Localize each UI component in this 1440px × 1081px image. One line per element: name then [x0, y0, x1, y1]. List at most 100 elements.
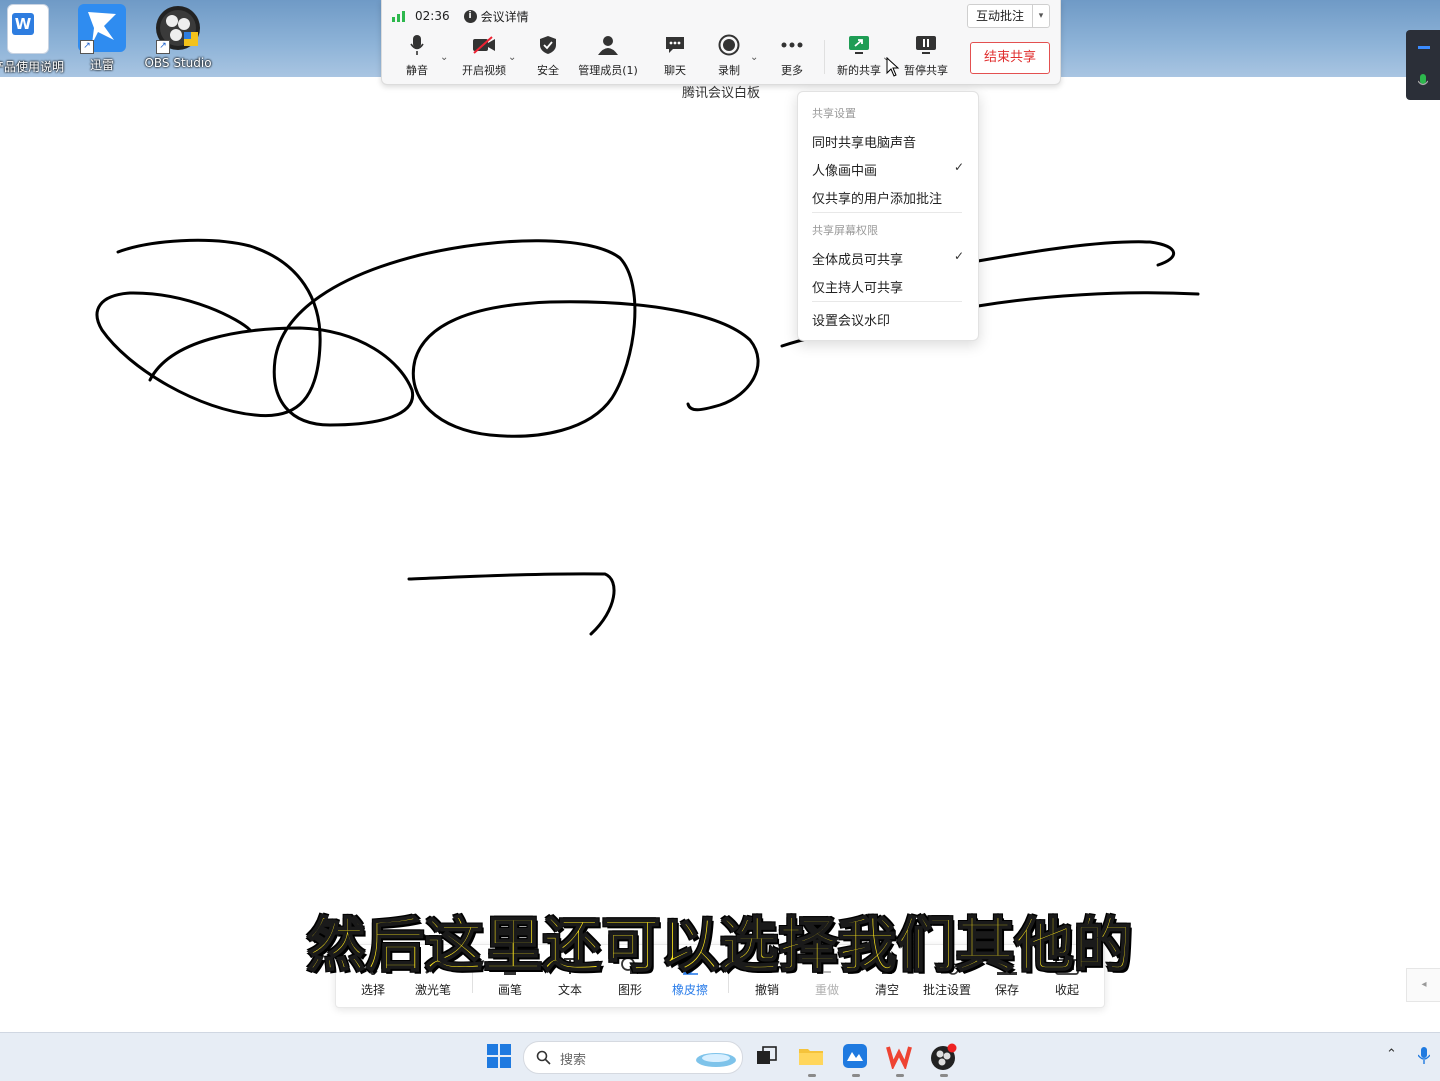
video-subtitle: 然后这里还可以选择我们其他的 [306, 910, 1133, 980]
clear-label: 清空 [874, 983, 899, 997]
menu-item-all-can-share[interactable]: 全体成员可共享 ✓ [812, 249, 964, 268]
members-icon [578, 34, 638, 56]
chat-label: 聊天 [664, 64, 686, 77]
search-placeholder: 搜索 [560, 1053, 587, 1068]
signal-icon [392, 10, 405, 22]
start-video-button[interactable]: 开启视频 [454, 34, 514, 78]
whiteboard-canvas[interactable] [0, 77, 1440, 1032]
search-highlight-icon [696, 1053, 736, 1067]
app-icon[interactable] [842, 1043, 870, 1077]
minimize-icon[interactable] [1418, 46, 1430, 49]
security-button[interactable]: 安全 [518, 34, 578, 78]
security-label: 安全 [537, 64, 559, 77]
chat-button[interactable]: 聊天 [645, 34, 705, 78]
save-label: 保存 [994, 983, 1019, 997]
mute-button[interactable]: 静音 [387, 34, 447, 78]
collapse-label: 收起 [1054, 983, 1079, 997]
chevron-up-icon[interactable]: ⌃ [1386, 1047, 1397, 1062]
record-label: 录制 [718, 64, 740, 77]
info-icon[interactable]: i [463, 9, 477, 23]
windows-taskbar: 搜索 ⌃ [0, 1032, 1440, 1081]
menu-item-host-only-share[interactable]: 仅主持人可共享 [812, 277, 964, 296]
search-icon [536, 1050, 551, 1065]
ink-stroke [148, 239, 760, 438]
desktop-icon-obs[interactable]: ↗ OBS Studio [138, 4, 218, 70]
start-video-label: 开启视频 [462, 64, 506, 77]
ink-strokes [95, 238, 1200, 636]
wps-writer-icon: W [7, 4, 49, 54]
menu-item-portrait-pip[interactable]: 人像画中画 ✓ [812, 160, 964, 179]
running-indicator [940, 1074, 948, 1077]
manage-members-label: 管理成员(1) [578, 64, 638, 77]
interactive-annotation-button[interactable]: 互动批注 ▾ [966, 4, 1050, 28]
menu-divider [812, 212, 962, 213]
obs-icon[interactable] [930, 1043, 958, 1077]
menu-item-share-computer-audio[interactable]: 同时共享电脑声音 [812, 132, 964, 151]
pause-share-label: 暂停共享 [904, 64, 948, 77]
annotation-settings-label: 批注设置 [922, 983, 971, 997]
task-view-icon[interactable] [754, 1043, 782, 1071]
ink-stroke [976, 291, 1200, 308]
more-label: 更多 [781, 64, 803, 77]
chevron-down-icon[interactable]: ⌄ [750, 52, 758, 63]
shield-icon [518, 34, 578, 56]
interactive-annotation-label[interactable]: 互动批注 [968, 5, 1033, 27]
menu-item-annotate-sharer-only[interactable]: 仅共享的用户添加批注 [812, 188, 964, 207]
video-off-icon [454, 34, 514, 56]
ink-stroke [407, 572, 616, 636]
running-indicator [808, 1074, 816, 1077]
chevron-down-icon[interactable]: ▾ [1033, 5, 1049, 27]
chevron-down-icon[interactable]: ⌄ [440, 52, 448, 63]
meeting-status: 02:36 i 会议详情 [392, 6, 529, 26]
end-share-button[interactable]: 结束共享 [970, 42, 1050, 74]
more-button[interactable]: 更多 [762, 34, 822, 78]
desktop-icon-thunder[interactable]: ↗ 迅雷 [62, 4, 142, 73]
pause-share-button[interactable]: 暂停共享 [896, 34, 956, 78]
microphone-icon [1418, 74, 1428, 86]
menu-item-watermark[interactable]: 设置会议水印 [812, 310, 964, 329]
menu-item-label: 仅主持人可共享 [812, 281, 904, 296]
meeting-details-link[interactable]: 会议详情 [481, 8, 529, 25]
redo-label: 重做 [814, 983, 839, 997]
pen-label: 画笔 [497, 983, 522, 997]
checkmark-icon: ✓ [953, 249, 964, 263]
section-share-permissions: 共享屏幕权限 [812, 224, 878, 237]
menu-item-label: 设置会议水印 [812, 314, 891, 329]
chevron-down-icon[interactable]: ⌄ [508, 52, 516, 63]
menu-item-label: 同时共享电脑声音 [812, 136, 917, 151]
desktop-icon-label: OBS Studio [144, 56, 212, 70]
wps-icon[interactable] [886, 1043, 914, 1077]
taskbar-search-box[interactable]: 搜索 [523, 1041, 743, 1074]
new-share-label: 新的共享 [837, 64, 881, 77]
laser-pointer-label: 激光笔 [414, 983, 451, 997]
chat-icon [645, 34, 705, 56]
eraser-label: 橡皮擦 [671, 983, 708, 997]
pause-share-icon [896, 34, 956, 56]
checkmark-icon: ✓ [953, 160, 964, 174]
desktop-icon-product-manual[interactable]: W 产品使用说明 [0, 4, 68, 75]
meeting-toolbar: 02:36 i 会议详情 互动批注 ▾ 静音 ⌄ 开启视频 ⌄ 安全 管理成员(… [381, 0, 1061, 85]
text-label: 文本 [557, 983, 582, 997]
microphone-icon[interactable] [1418, 1047, 1430, 1065]
new-share-button[interactable]: 新的共享 [829, 34, 889, 78]
microphone-icon [387, 34, 447, 56]
file-explorer-icon[interactable] [798, 1043, 826, 1077]
mouse-cursor-icon [886, 57, 900, 77]
meeting-timer: 02:36 [415, 9, 450, 23]
desktop-icon-label: 迅雷 [89, 58, 114, 72]
ink-stroke [976, 240, 1176, 267]
section-share-settings: 共享设置 [812, 107, 856, 120]
floating-video-panel[interactable] [1406, 30, 1440, 100]
manage-members-button[interactable]: 管理成员(1) [578, 34, 638, 78]
select-label: 选择 [360, 983, 385, 997]
menu-item-label: 人像画中画 [812, 164, 878, 179]
new-share-icon [829, 34, 889, 56]
desktop-icon-label: 产品使用说明 [0, 60, 64, 74]
whiteboard-title: 腾讯会议白板 [682, 86, 761, 101]
running-indicator [852, 1074, 860, 1077]
menu-divider [812, 301, 962, 302]
menu-item-label: 全体成员可共享 [812, 253, 904, 268]
windows-start-icon[interactable] [486, 1043, 514, 1071]
more-icon [762, 34, 822, 56]
thunder-icon: ↗ [78, 4, 126, 54]
